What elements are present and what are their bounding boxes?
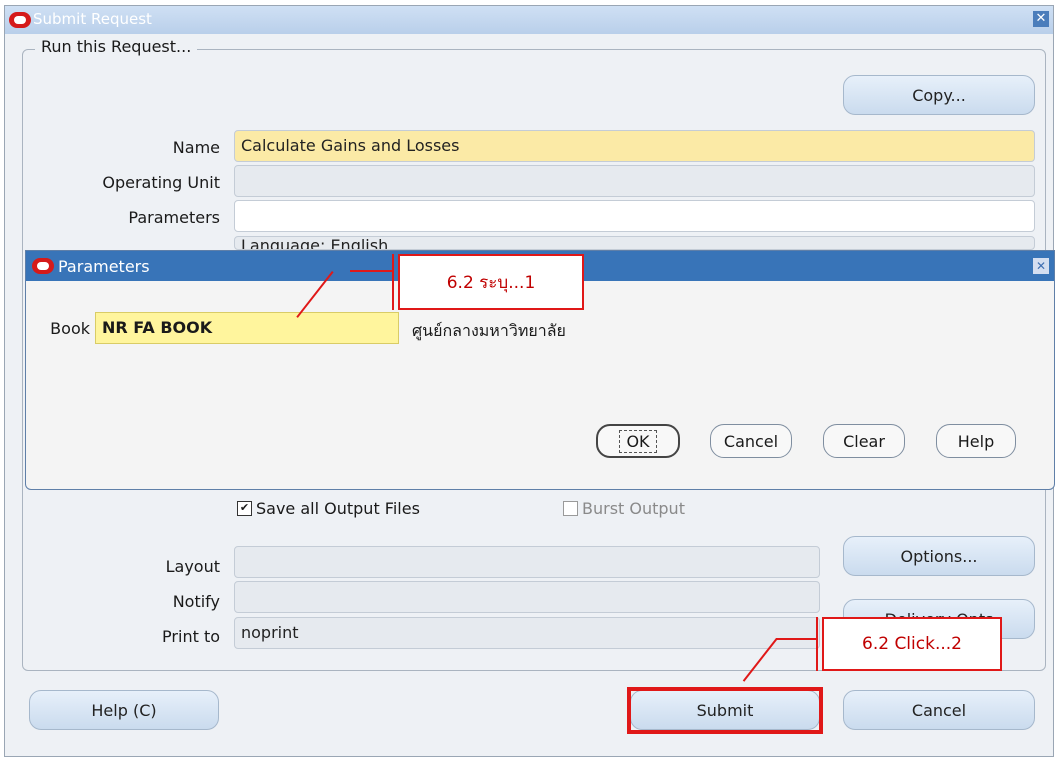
operating-unit-field[interactable] (234, 165, 1035, 197)
checkbox-empty (563, 501, 578, 516)
parameters-window-title: Parameters (58, 257, 150, 276)
annotation-step2: 6.2 Click...2 (822, 617, 1002, 671)
ok-button[interactable]: OK (596, 424, 680, 458)
params-cancel-button[interactable]: Cancel (710, 424, 792, 458)
oracle-logo-icon (32, 258, 54, 274)
save-output-label: Save all Output Files (256, 499, 420, 518)
book-description: ศูนย์กลางมหาวิทยาลัย (412, 321, 566, 340)
callout-line (350, 270, 392, 272)
close-icon[interactable]: ✕ (1033, 11, 1049, 27)
close-icon[interactable]: ✕ (1033, 258, 1049, 274)
help-button[interactable]: Help (C) (29, 690, 219, 730)
oracle-logo-icon (9, 12, 31, 28)
book-label: Book (50, 319, 90, 338)
name-field[interactable]: Calculate Gains and Losses (234, 130, 1035, 162)
annotation-step1: 6.2 ระบุ...1 (398, 254, 584, 310)
save-output-checkbox[interactable]: ✔ Save all Output Files (237, 499, 420, 518)
submit-highlight-box (627, 687, 823, 734)
parameters-label: Parameters (128, 208, 220, 227)
print-to-label: Print to (162, 627, 220, 646)
callout-line (776, 638, 816, 640)
notify-field[interactable] (234, 581, 820, 613)
callout-bar (392, 254, 394, 310)
burst-output-label: Burst Output (582, 499, 685, 518)
notify-label: Notify (172, 592, 220, 611)
ok-button-label: OK (619, 429, 657, 453)
params-help-button[interactable]: Help (936, 424, 1016, 458)
language-field[interactable]: Language: English (234, 236, 1035, 250)
checkbox-mark: ✔ (237, 501, 252, 516)
layout-field[interactable] (234, 546, 820, 578)
cancel-button[interactable]: Cancel (843, 690, 1035, 730)
operating-unit-label: Operating Unit (102, 173, 220, 192)
book-field[interactable]: NR FA BOOK (95, 312, 399, 344)
burst-output-checkbox[interactable]: Burst Output (563, 499, 685, 518)
parameters-field[interactable] (234, 200, 1035, 232)
clear-button[interactable]: Clear (823, 424, 905, 458)
name-label: Name (172, 138, 220, 157)
callout-bar (816, 617, 818, 671)
copy-button[interactable]: Copy... (843, 75, 1035, 115)
options-button[interactable]: Options... (843, 536, 1035, 576)
layout-label: Layout (165, 557, 220, 576)
print-to-field[interactable]: noprint (234, 617, 820, 649)
group-title: Run this Request... (35, 37, 198, 56)
title-bar: Submit Request ✕ (5, 6, 1053, 34)
window-title: Submit Request (33, 10, 152, 28)
